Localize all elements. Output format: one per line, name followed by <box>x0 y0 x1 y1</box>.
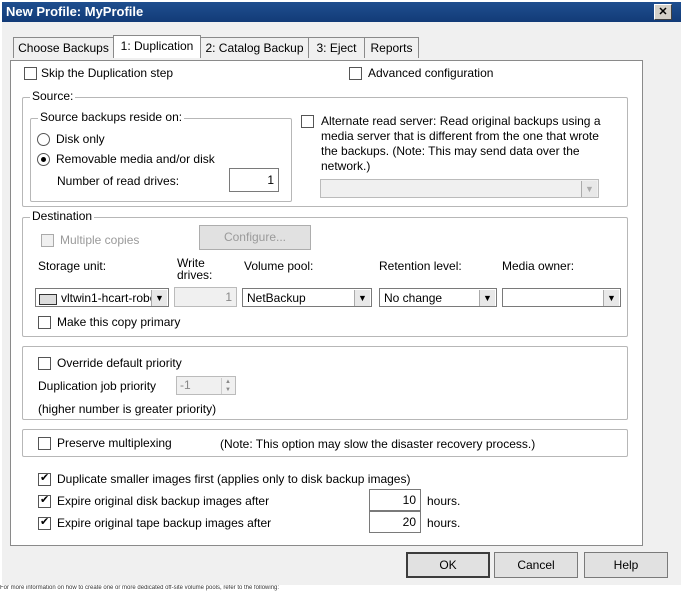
alternate-read-server-checkbox[interactable] <box>301 115 314 128</box>
retention-level-value: No change <box>384 291 443 305</box>
job-priority-label: Duplication job priority <box>38 379 157 393</box>
configure-button: Configure... <box>199 225 311 250</box>
tab-catalog-backup[interactable]: 2: Catalog Backup <box>200 37 309 58</box>
multiple-copies-label: Multiple copies <box>60 233 140 247</box>
chevron-down-icon: ▼ <box>151 290 167 306</box>
tab-eject[interactable]: 3: Eject <box>308 37 365 58</box>
spin-up-icon: ▲ <box>221 378 234 386</box>
retention-level-label: Retention level: <box>379 259 462 273</box>
spin-down-icon: ▼ <box>221 386 234 394</box>
override-priority-checkbox[interactable] <box>38 357 51 370</box>
priority-hint: (higher number is greater priority) <box>38 402 217 416</box>
alternate-read-server-text: Alternate read server: Read original bac… <box>321 114 601 173</box>
preserve-multiplexing-checkbox[interactable] <box>38 437 51 450</box>
checkmark-icon: ✔ <box>40 516 50 528</box>
advanced-config-label: Advanced configuration <box>368 66 494 80</box>
chevron-down-icon: ▼ <box>603 290 619 306</box>
ok-button[interactable]: OK <box>406 552 490 578</box>
expire-tape-checkbox[interactable]: ✔ <box>38 516 51 530</box>
expire-tape-label: Expire original tape backup images after <box>57 516 272 530</box>
cancel-button[interactable]: Cancel <box>494 552 578 578</box>
tab-duplication[interactable]: 1: Duplication <box>113 35 201 58</box>
multiplexing-note: (Note: This option may slow the disaster… <box>220 437 536 451</box>
advanced-config-checkbox[interactable] <box>349 67 362 80</box>
volume-pool-select[interactable]: NetBackup ▼ <box>242 288 372 307</box>
radio-disk-only[interactable] <box>37 133 50 146</box>
checkmark-icon: ✔ <box>40 494 50 506</box>
expire-tape-input[interactable]: 20 <box>369 511 421 533</box>
storage-device-icon <box>39 294 57 305</box>
radio-disk-only-label: Disk only <box>56 132 105 146</box>
checkmark-icon: ✔ <box>40 472 50 484</box>
media-owner-select[interactable]: ▼ <box>502 288 621 307</box>
write-drives-label: Write drives: <box>177 256 213 282</box>
alternate-server-select: ▼ <box>320 179 599 198</box>
radio-removable-media-label: Removable media and/or disk <box>56 152 215 166</box>
source-reside-label: Source backups reside on: <box>38 110 185 124</box>
read-drives-label: Number of read drives: <box>57 174 180 188</box>
expire-disk-checkbox[interactable]: ✔ <box>38 494 51 508</box>
duplicate-smaller-first-label: Duplicate smaller images first (applies … <box>57 472 411 486</box>
storage-unit-label: Storage unit: <box>38 259 107 273</box>
window-title: New Profile: MyProfile <box>6 4 144 19</box>
radio-selected-dot <box>41 157 46 162</box>
dialog-window: New Profile: MyProfile ✕ Choose Backups … <box>0 0 683 592</box>
write-drives-input: 1 <box>174 287 237 307</box>
make-primary-label: Make this copy primary <box>57 315 181 329</box>
tab-choose-backups[interactable]: Choose Backups <box>13 37 114 58</box>
volume-pool-label: Volume pool: <box>244 259 314 273</box>
skip-duplication-label: Skip the Duplication step <box>41 66 174 80</box>
destination-group-label: Destination <box>30 209 95 223</box>
chevron-down-icon: ▼ <box>479 290 495 306</box>
chevron-down-icon: ▼ <box>354 290 370 306</box>
tab-reports[interactable]: Reports <box>364 37 419 58</box>
source-group-label: Source: <box>30 89 76 103</box>
expire-disk-input[interactable]: 10 <box>369 489 421 511</box>
expire-tape-hours-label: hours. <box>427 516 461 530</box>
storage-unit-value: vltwin1-hcart-robot <box>61 291 151 305</box>
media-owner-label: Media owner: <box>502 259 575 273</box>
expire-disk-hours-label: hours. <box>427 494 461 508</box>
make-primary-checkbox[interactable] <box>38 316 51 329</box>
volume-pool-value: NetBackup <box>247 291 306 305</box>
status-strip: For more information on how to create on… <box>0 585 683 592</box>
chevron-down-icon: ▼ <box>581 181 597 197</box>
override-priority-label: Override default priority <box>57 356 182 370</box>
radio-removable-media[interactable] <box>37 153 50 166</box>
expire-disk-label: Expire original disk backup images after <box>57 494 270 508</box>
skip-duplication-checkbox[interactable] <box>24 67 37 80</box>
close-icon[interactable]: ✕ <box>654 4 672 20</box>
job-priority-value: -1 <box>180 378 191 392</box>
preserve-multiplexing-label: Preserve multiplexing <box>57 436 172 450</box>
duplicate-smaller-first-checkbox[interactable]: ✔ <box>38 472 51 486</box>
storage-unit-select[interactable]: vltwin1-hcart-robot ▼ <box>35 288 169 307</box>
retention-level-select[interactable]: No change ▼ <box>379 288 497 307</box>
read-drives-input[interactable]: 1 <box>229 168 279 192</box>
job-priority-spinner: -1 ▲ ▼ <box>176 376 236 395</box>
multiple-copies-checkbox <box>41 234 54 247</box>
help-button[interactable]: Help <box>584 552 668 578</box>
title-bar: New Profile: MyProfile ✕ <box>0 0 683 22</box>
